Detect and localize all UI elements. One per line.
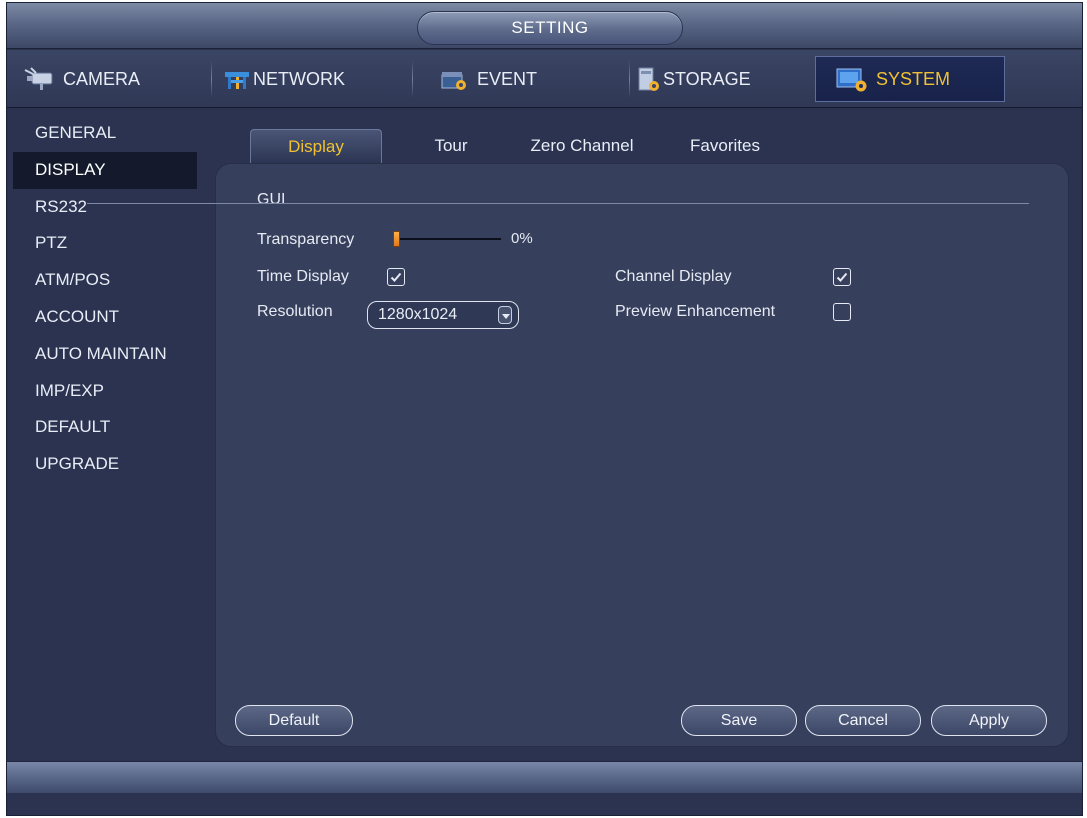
menu-tab-label: NETWORK — [253, 68, 345, 89]
sidebar-item-atm-pos[interactable]: ATM/POS — [13, 262, 197, 299]
storage-icon — [635, 66, 663, 92]
save-button[interactable]: Save — [681, 705, 797, 736]
menu-separator — [629, 60, 630, 98]
menu-separator — [412, 60, 413, 98]
sidebar-item-upgrade[interactable]: UPGRADE — [13, 446, 197, 483]
status-bar — [7, 761, 1082, 793]
menu-tab-label: STORAGE — [663, 68, 751, 89]
transparency-value: 0% — [511, 230, 533, 247]
settings-window: SETTING CAMERA NETWORK EVENT STORAGE SYS… — [6, 2, 1083, 816]
resolution-select[interactable]: 1280x1024 — [367, 301, 519, 329]
sidebar-item-rs232[interactable]: RS232 — [13, 189, 197, 226]
menu-tab-camera[interactable]: CAMERA — [19, 56, 204, 102]
title-bar: SETTING — [7, 3, 1082, 49]
section-divider — [87, 203, 1029, 204]
channel-display-label: Channel Display — [615, 268, 732, 285]
menu-tab-label: EVENT — [477, 68, 538, 89]
sidebar-item-auto-maintain[interactable]: AUTO MAINTAIN — [13, 336, 197, 373]
tab-zero-channel[interactable]: Zero Channel — [519, 129, 645, 163]
sidebar-item-account[interactable]: ACCOUNT — [13, 299, 197, 336]
menu-tab-label: SYSTEM — [876, 68, 951, 89]
section-title-gui: GUI — [257, 191, 286, 208]
tab-display[interactable]: Display — [250, 129, 382, 163]
tab-tour[interactable]: Tour — [419, 129, 483, 163]
resolution-label: Resolution — [257, 303, 333, 320]
menu-tab-storage[interactable]: STORAGE — [635, 56, 813, 102]
menu-tab-system[interactable]: SYSTEM — [815, 56, 1005, 102]
preview-enhancement-checkbox[interactable] — [833, 303, 851, 321]
sidebar-item-ptz[interactable]: PTZ — [13, 225, 197, 262]
default-button[interactable]: Default — [235, 705, 353, 736]
system-icon — [834, 66, 870, 92]
display-settings-panel — [215, 163, 1069, 747]
sidebar-item-default[interactable]: DEFAULT — [13, 409, 197, 446]
checkmark-icon — [836, 272, 848, 282]
time-display-label: Time Display — [257, 268, 349, 285]
chevron-down-icon[interactable] — [498, 306, 512, 324]
menu-separator — [211, 60, 212, 98]
window-footer — [7, 793, 1082, 815]
transparency-slider-handle[interactable] — [393, 231, 400, 247]
event-icon — [437, 66, 471, 92]
menu-tab-network[interactable]: NETWORK — [217, 56, 402, 102]
sidebar-item-display[interactable]: DISPLAY — [13, 151, 197, 189]
sidebar-item-imp-exp[interactable]: IMP/EXP — [13, 373, 197, 410]
camera-icon — [23, 66, 57, 92]
tab-favorites[interactable]: Favorites — [677, 129, 773, 163]
checkmark-icon — [390, 272, 402, 282]
resolution-value: 1280x1024 — [378, 306, 458, 323]
apply-button[interactable]: Apply — [931, 705, 1047, 736]
time-display-checkbox[interactable] — [387, 268, 405, 286]
transparency-label: Transparency — [257, 231, 355, 248]
cancel-button[interactable]: Cancel — [805, 705, 921, 736]
menu-tab-label: CAMERA — [63, 68, 141, 89]
sidebar-item-general[interactable]: GENERAL — [13, 115, 197, 152]
window-title: SETTING — [417, 11, 683, 45]
channel-display-checkbox[interactable] — [833, 268, 851, 286]
menu-tab-event[interactable]: EVENT — [419, 56, 624, 102]
network-icon — [223, 66, 251, 92]
transparency-slider-track[interactable] — [393, 238, 501, 240]
preview-enhancement-label: Preview Enhancement — [615, 303, 776, 320]
main-menu-bar: CAMERA NETWORK EVENT STORAGE SYSTEM — [7, 50, 1082, 108]
sidebar: GENERAL DISPLAY RS232 PTZ ATM/POS ACCOUN… — [13, 115, 197, 483]
